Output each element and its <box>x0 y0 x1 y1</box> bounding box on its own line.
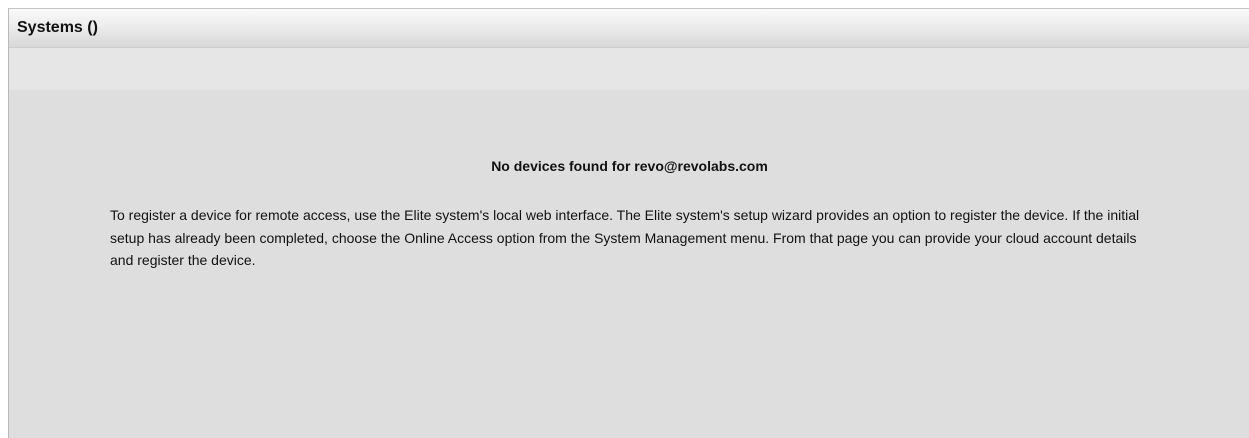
empty-state-heading: No devices found for revo@revolabs.com <box>491 158 768 174</box>
toolbar-strip <box>9 48 1249 90</box>
panel-header: Systems () <box>9 9 1249 48</box>
empty-state-message: To register a device for remote access, … <box>110 207 1140 268</box>
panel-title: Systems () <box>17 19 98 36</box>
systems-panel: Systems () No devices found for revo@rev… <box>8 8 1249 438</box>
